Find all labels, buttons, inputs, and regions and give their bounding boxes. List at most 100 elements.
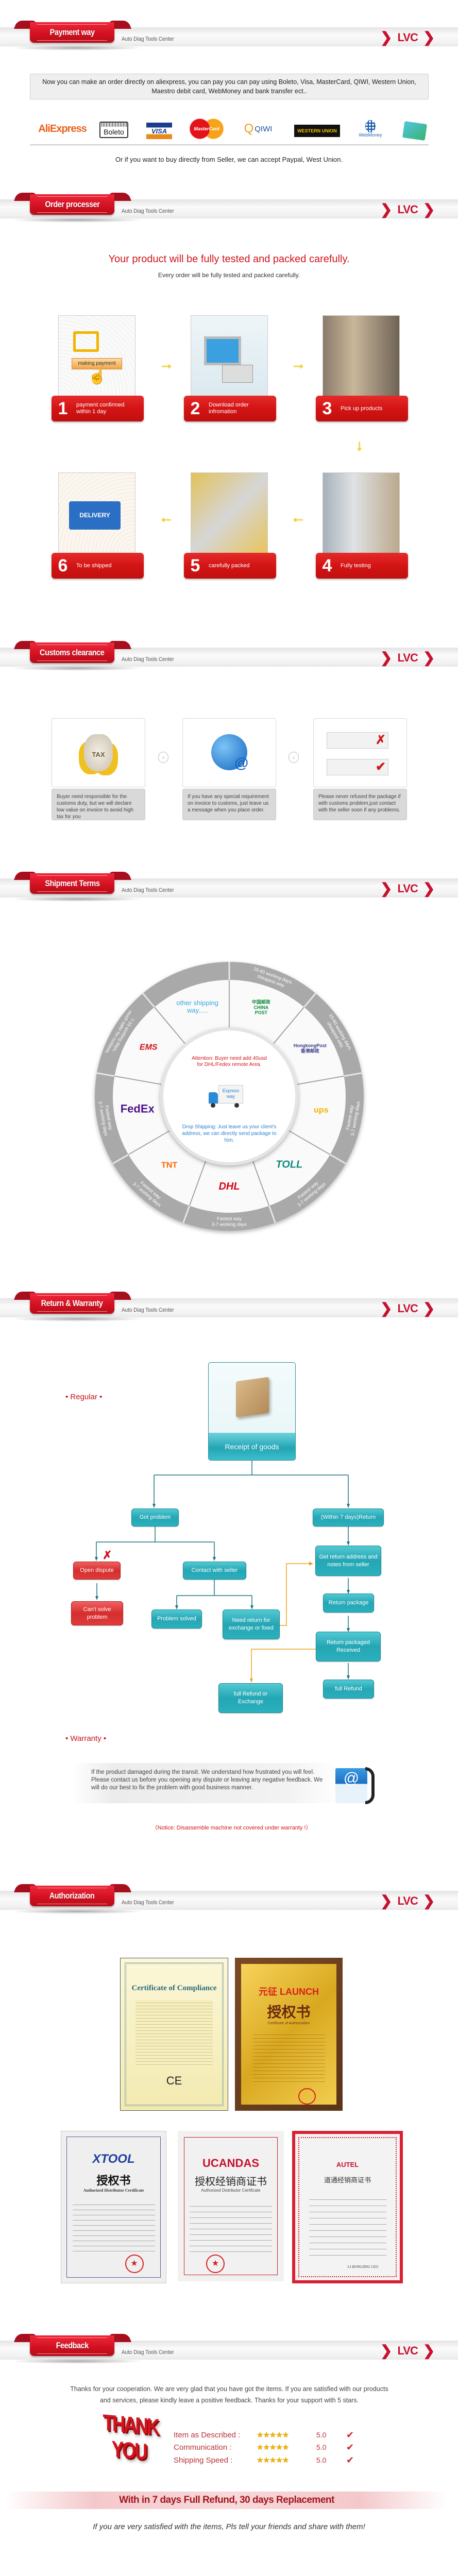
node-return-package: Return package (323, 1594, 374, 1613)
contact-seller-check-icon: ✔ (327, 759, 388, 775)
node-got-problem: Got problem (131, 1509, 179, 1527)
section-ribbon: Feedback (30, 2335, 114, 2356)
ribbon-shadow (10, 666, 144, 671)
step-number: 4 (322, 555, 332, 575)
chevron-right-icon: › (289, 752, 299, 763)
step-1-image: making payment ☝ (58, 315, 135, 397)
chevron-right-icon: ❯ (380, 1300, 393, 1316)
thank-you-image: THANK YOU (103, 2410, 158, 2465)
step-text: carefully packed (209, 562, 250, 569)
launch-title: 授权书 (267, 2004, 311, 2020)
email-phone-icon: @ (335, 1761, 377, 1806)
step-text: To be shipped (76, 562, 112, 569)
cert-xtool: XTOOL 授权书 Authorized Distributor Certifi… (61, 2131, 166, 2283)
step-5-label: 5 carefully packed (184, 553, 276, 579)
chevron-right-icon: ❯ (380, 1893, 393, 1909)
arrow-down-icon: ↓ (355, 437, 363, 454)
node-full-refund: full Refund (323, 1680, 374, 1699)
section-ribbon: Order processer (30, 194, 114, 215)
carrier-logo-7: FedEx (121, 1102, 155, 1115)
chevron-right-icon: ❯ (422, 201, 435, 217)
chevron-right-icon: ❯ (422, 1300, 435, 1316)
lvc-logo-text: LVC (397, 1302, 418, 1315)
store-subtitle: Auto Diag Tools Center (122, 2349, 174, 2355)
node-need-return: Need return for exchange or fixed (223, 1609, 280, 1639)
section-title: Payment way (49, 27, 95, 37)
transit-line-1: Fastest way (217, 1216, 242, 1222)
webmoney-logo: WebMoney (357, 117, 384, 140)
ribbon-shadow (10, 217, 144, 223)
chevron-right-icon: ❯ (422, 1893, 435, 1909)
cert-ucandas: UCANDAS 授权经销商证书 Authorized Distributor C… (178, 2131, 284, 2281)
order-headline: Your product will be fully tested and pa… (108, 253, 350, 265)
warranty-text: If the product damaged during the transi… (91, 1769, 323, 1791)
chevron-right-icon: ❯ (422, 880, 435, 896)
store-subtitle: Auto Diag Tools Center (122, 36, 174, 42)
chevron-right-icon: ❯ (422, 29, 435, 45)
node-refund-or-exchange: full Refund or Exchange (218, 1683, 283, 1713)
customs-illustration-3: ✗ ✔ (313, 718, 407, 787)
lvc-logo-text: LVC (397, 1894, 418, 1907)
feedback-text: Thanks for your cooperation. We are very… (70, 2385, 388, 2404)
qiwi-q-icon: Q (244, 122, 254, 135)
rating-value: 5.0 (316, 2443, 327, 2451)
rating-row: Shipping Speed : ★★★★★ 5.0 ✔ (174, 2455, 354, 2465)
step-text: payment confirmed within 1 day (76, 402, 125, 415)
step-3-image (323, 315, 400, 397)
receipt-of-goods-label: Receipt of goods (209, 1433, 295, 1460)
receipt-of-goods-box: Receipt of goods (208, 1362, 296, 1461)
ribbon-shadow (10, 896, 144, 902)
order-section-header: Order processer Auto Diag Tools Center ❯ LV… (0, 193, 458, 226)
carrier-logo-4: TOLL (276, 1159, 302, 1171)
step-3-label: 3 Pick up products (316, 396, 408, 421)
payment-notice: Now you can make an order directly on al… (30, 74, 429, 99)
section-title: Feedback (56, 2341, 89, 2350)
step-text: Pick up products (341, 405, 383, 412)
rating-label: Communication : (174, 2443, 232, 2452)
node-contact-seller: Contact with seller (183, 1562, 246, 1580)
chevron-right-icon: ❯ (380, 29, 393, 45)
boleto-logo: Boleto (99, 122, 128, 138)
return-section-header: Return & Warranty Auto Diag Tools Center ❯… (0, 1292, 458, 1325)
section-title: Customs clearance (40, 648, 105, 657)
share-text: If you are very satisfied with the items… (93, 2522, 365, 2531)
payment-divider (30, 144, 429, 145)
visa-logo: VISA (146, 123, 172, 139)
seal-icon (298, 2088, 316, 2105)
warranty-label: • Warranty • (65, 1734, 107, 1743)
arrow-right-icon: → (159, 355, 174, 372)
node-return-within-7-days: (Within 7 days)Return (313, 1509, 384, 1527)
rating-row: Item as Described : ★★★★★ 5.0 ✔ (174, 2430, 354, 2440)
store-subtitle: Auto Diag Tools Center (122, 656, 174, 663)
node-return-received: Return packaged Received (316, 1632, 381, 1662)
section-title: Authorization (49, 1891, 95, 1901)
package-icon (236, 1377, 269, 1418)
step-4-image (323, 472, 400, 554)
section-title: Shipment Terms (44, 878, 100, 888)
western-union-logo: WESTERN UNION (294, 125, 340, 137)
step-5-image (191, 472, 268, 554)
express-truck-icon: Express way (209, 1085, 250, 1109)
checkmark-icon: ✔ (346, 2454, 354, 2465)
lvc-logo: ❯ LVC ❯ (380, 651, 435, 665)
store-subtitle: Auto Diag Tools Center (122, 887, 174, 893)
step-number: 6 (58, 555, 68, 575)
step-number: 2 (190, 398, 200, 418)
payment-footer: Or if you want to buy directly from Sell… (115, 156, 343, 163)
checkmark-icon: ✔ (346, 2429, 354, 2440)
cross-icon: ✗ (103, 1549, 112, 1562)
qiwi-text: QIWI (255, 124, 273, 133)
warranty-panel: If the product damaged during the transi… (72, 1763, 340, 1803)
customs-illustration-1: TAX (52, 718, 145, 787)
customs-note-3: Please never refused the package if with… (313, 789, 407, 820)
carrier-logo-3: ups (314, 1106, 329, 1114)
lvc-logo: ❯ LVC ❯ (380, 1894, 435, 1908)
cert-compliance: Certificate of Compliance CE (120, 1958, 228, 2111)
cert-launch: 元征 LAUNCH 授权书 Certificate of Authorizati… (235, 1958, 343, 2111)
chevron-right-icon: ❯ (380, 880, 393, 896)
mastercard-logo: MasterCard (190, 118, 224, 139)
payment-section-header: Payment way Auto Diag Tools Center ❯ LVC ❯ (0, 21, 458, 54)
bank-card-icon (402, 121, 428, 141)
drop-shipping-note: Drop Shipping: Just leave us your client… (182, 1124, 277, 1143)
lvc-logo: ❯ LVC ❯ (380, 1300, 435, 1316)
